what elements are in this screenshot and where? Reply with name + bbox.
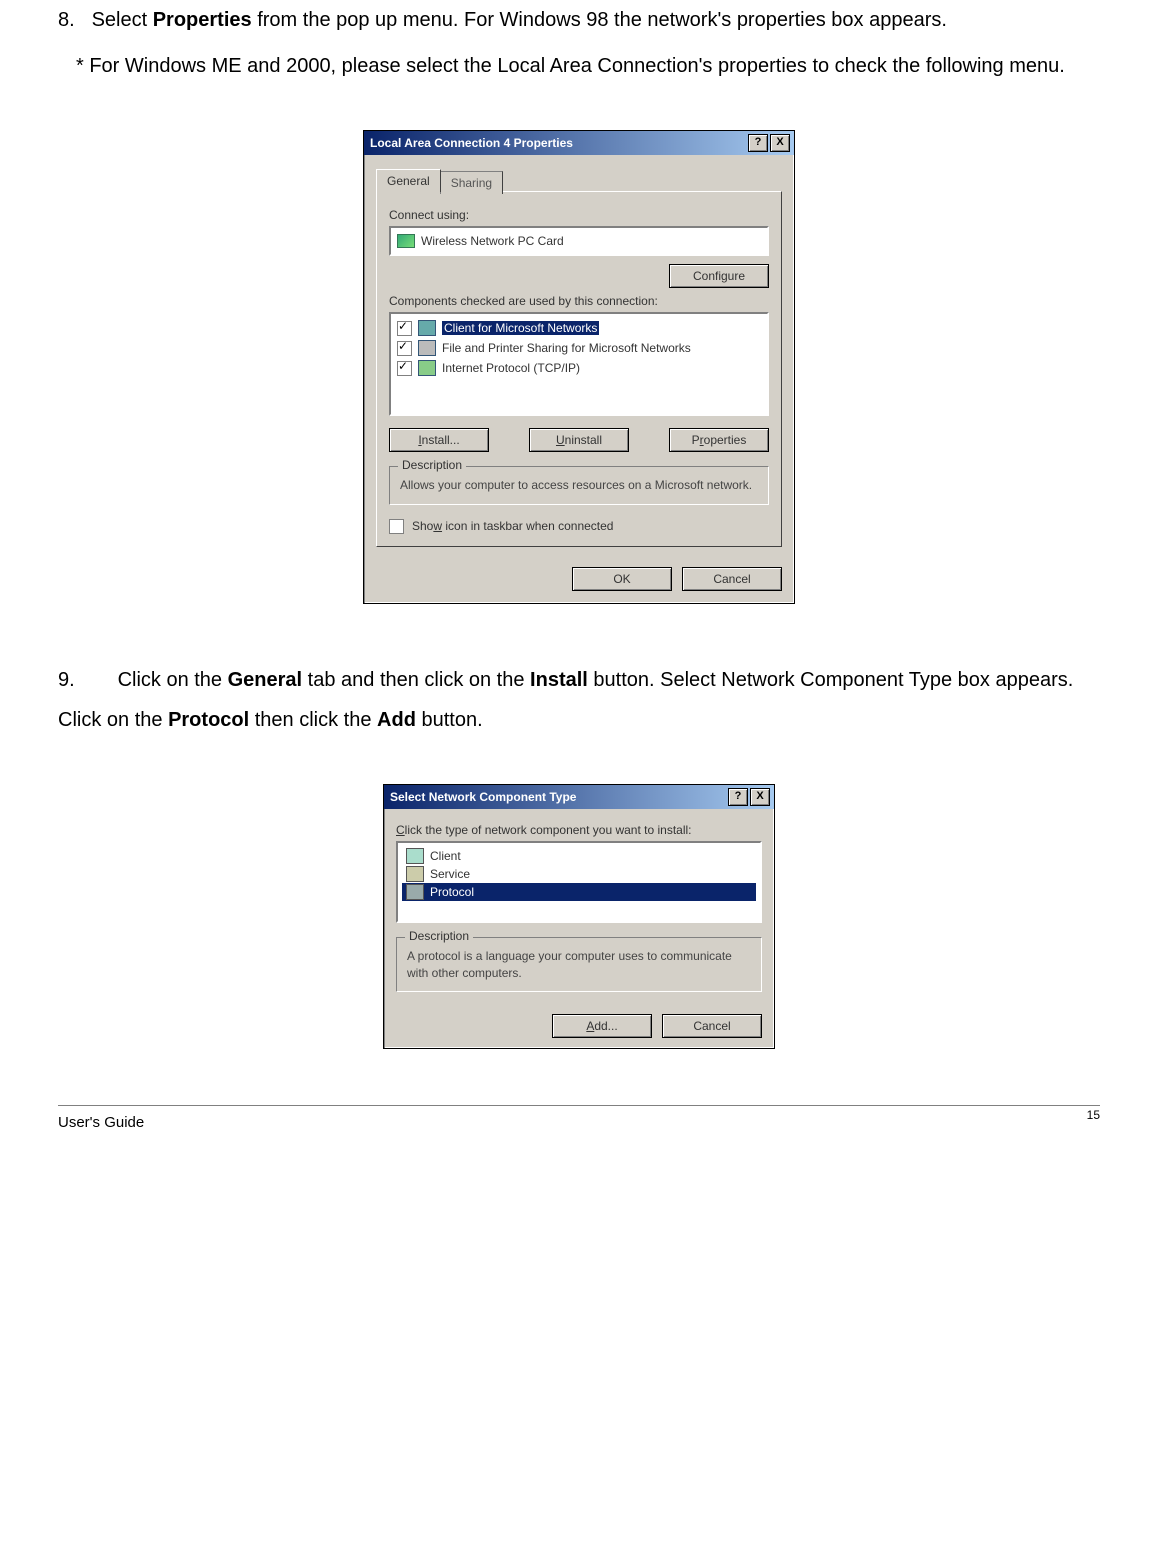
description-legend: Description <box>398 458 466 472</box>
description-legend: Description <box>405 929 473 943</box>
show-icon-row[interactable]: Show icon in taskbar when connected <box>389 519 769 534</box>
client-icon <box>418 320 436 336</box>
step-8-number: 8. <box>58 0 86 40</box>
service-icon <box>406 866 424 882</box>
dialog-titlebar: Select Network Component Type ? X <box>384 785 774 809</box>
install-button[interactable]: Install... <box>389 428 489 452</box>
description-group: Description A protocol is a language you… <box>396 937 762 993</box>
tab-sharing[interactable]: Sharing <box>440 171 503 194</box>
step-8: 8. Select Properties from the pop up men… <box>58 0 1100 40</box>
adapter-name: Wireless Network PC Card <box>421 234 564 248</box>
show-icon-label: Show icon in taskbar when connected <box>412 519 613 533</box>
configure-button[interactable]: Configure <box>669 264 769 288</box>
step-8-body: Select Properties from the pop up menu. … <box>92 9 947 31</box>
checkbox-icon[interactable] <box>397 321 412 336</box>
dialog-title: Select Network Component Type <box>390 790 726 804</box>
prompt-label: Click the type of network component you … <box>396 823 762 837</box>
component-file-printer[interactable]: File and Printer Sharing for Microsoft N… <box>395 338 763 358</box>
network-card-icon <box>397 234 415 248</box>
cancel-button[interactable]: Cancel <box>682 567 782 591</box>
dialog-titlebar: Local Area Connection 4 Properties ? X <box>364 131 794 155</box>
client-icon <box>406 848 424 864</box>
checkbox-empty-icon[interactable] <box>389 519 404 534</box>
components-list[interactable]: Client for Microsoft Networks File and P… <box>389 312 769 416</box>
step-9-body: Click on the General tab and then click … <box>58 669 1073 731</box>
add-button[interactable]: Add... <box>552 1014 652 1038</box>
footer-page-number: 15 <box>1087 1108 1100 1125</box>
checkbox-icon[interactable] <box>397 361 412 376</box>
local-area-connection-properties-dialog: Local Area Connection 4 Properties ? X G… <box>363 130 795 604</box>
figure-select-component-dialog: Select Network Component Type ? X Click … <box>58 784 1100 1050</box>
footer-divider <box>58 1105 1100 1106</box>
tab-strip: General Sharing <box>376 169 782 192</box>
type-service[interactable]: Service <box>402 865 756 883</box>
connect-using-label: Connect using: <box>389 208 769 222</box>
step-9: 9. Click on the General tab and then cli… <box>58 660 1100 740</box>
protocol-icon <box>418 360 436 376</box>
description-text: A protocol is a language your computer u… <box>407 948 751 982</box>
page-footer: User's Guide 15 <box>58 1112 1100 1151</box>
tab-general[interactable]: General <box>376 169 441 192</box>
type-protocol[interactable]: Protocol <box>402 883 756 901</box>
step-9-number: 9. <box>58 660 86 700</box>
dialog-title: Local Area Connection 4 Properties <box>370 136 746 150</box>
figure-properties-dialog: Local Area Connection 4 Properties ? X G… <box>58 130 1100 604</box>
close-button[interactable]: X <box>770 134 790 152</box>
description-text: Allows your computer to access resources… <box>400 477 758 494</box>
printer-icon <box>418 340 436 356</box>
footer-guide-label: User's Guide <box>58 1114 144 1131</box>
type-client[interactable]: Client <box>402 847 756 865</box>
checkbox-icon[interactable] <box>397 341 412 356</box>
component-type-list[interactable]: Client Service Protocol <box>396 841 762 923</box>
close-button[interactable]: X <box>750 788 770 806</box>
component-tcpip[interactable]: Internet Protocol (TCP/IP) <box>395 358 763 378</box>
help-button[interactable]: ? <box>728 788 748 806</box>
cancel-button[interactable]: Cancel <box>662 1014 762 1038</box>
select-network-component-type-dialog: Select Network Component Type ? X Click … <box>383 784 775 1050</box>
properties-button[interactable]: Properties <box>669 428 769 452</box>
protocol-icon <box>406 884 424 900</box>
description-group: Description Allows your computer to acce… <box>389 466 769 505</box>
ok-button[interactable]: OK <box>572 567 672 591</box>
components-label: Components checked are used by this conn… <box>389 294 769 308</box>
component-client[interactable]: Client for Microsoft Networks <box>395 318 763 338</box>
step-8-note: * For Windows ME and 2000, please select… <box>76 46 1100 86</box>
uninstall-button[interactable]: Uninstall <box>529 428 629 452</box>
adapter-field: Wireless Network PC Card <box>389 226 769 256</box>
help-button[interactable]: ? <box>748 134 768 152</box>
